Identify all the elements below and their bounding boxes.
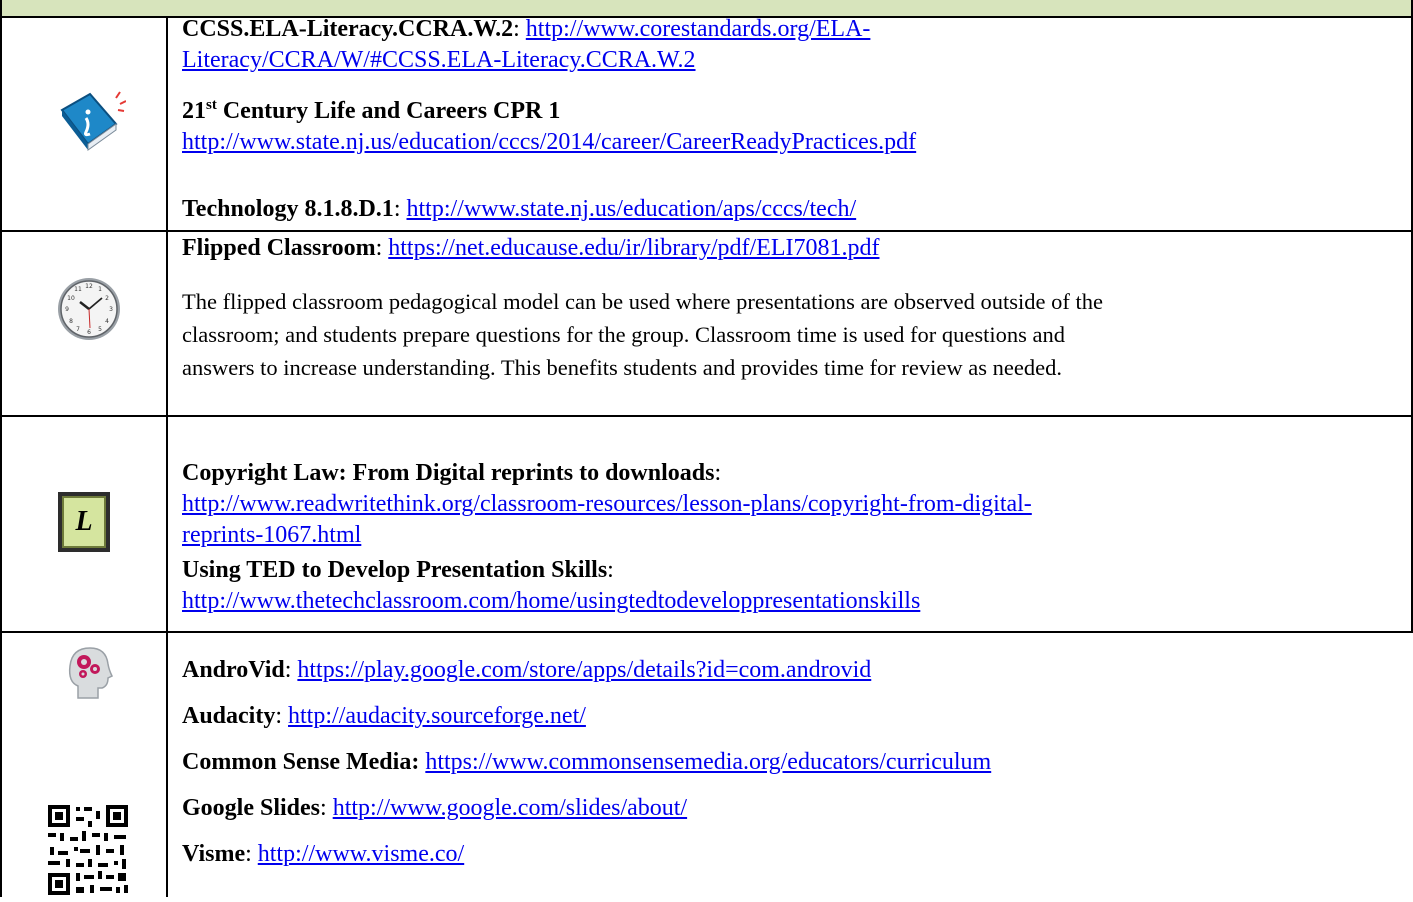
standard-title-century-life: 21st Century Life and Careers CPR 1	[182, 97, 561, 125]
svg-text:4: 4	[105, 318, 109, 325]
link-ccss[interactable]: http://www.corestandards.org/ELA-	[526, 16, 871, 42]
svg-text:11: 11	[74, 286, 82, 293]
link-androvid[interactable]: https://play.google.com/store/apps/detai…	[297, 657, 871, 683]
resource-title-flipped-classroom: Flipped Classroom	[182, 235, 376, 261]
lesson-title-ted: Using TED to Develop Presentation Skills	[182, 557, 608, 583]
link-visme[interactable]: http://www.visme.co/	[258, 841, 464, 867]
link-ccss-continued[interactable]: Literacy/CCRA/W/#CCSS.ELA-Literacy.CCRA.…	[182, 47, 696, 73]
head-gears-icon	[64, 642, 114, 702]
flipped-classroom-description-line-3: answers to increase understanding. This …	[182, 355, 1062, 380]
link-copyright-lesson[interactable]: http://www.readwritethink.org/classroom-…	[182, 491, 1032, 517]
lesson-l-icon: L	[58, 492, 110, 552]
standard-title-ccss: CCSS.ELA-Literacy.CCRA.W.2	[182, 16, 514, 42]
svg-text:5: 5	[98, 326, 102, 333]
tool-title-visme: Visme	[182, 841, 246, 867]
svg-text:7: 7	[76, 326, 80, 333]
link-ted-presentation[interactable]: http://www.thetechclassroom.com/home/usi…	[182, 588, 920, 614]
row-divider-2	[0, 415, 1413, 417]
lesson-title-copyright-law: Copyright Law: From Digital reprints to …	[182, 460, 715, 486]
link-copyright-lesson-continued[interactable]: reprints-1067.html	[182, 522, 361, 548]
row-divider-3	[0, 631, 1413, 633]
svg-text:2: 2	[105, 295, 109, 302]
svg-text:1: 1	[98, 286, 102, 293]
svg-text:3: 3	[109, 306, 113, 313]
svg-text:6: 6	[87, 329, 91, 336]
clock-icon: 12 3 6 9 1245 7 8 10 11	[56, 276, 122, 342]
tool-title-common-sense-media: Common Sense Media:	[182, 749, 420, 775]
svg-text:8: 8	[69, 318, 73, 325]
link-common-sense-media[interactable]: https://www.commonsensemedia.org/educato…	[425, 749, 991, 775]
standard-title-technology: Technology 8.1.8.D.1	[182, 196, 394, 222]
tool-title-google-slides: Google Slides	[182, 795, 321, 821]
link-google-slides[interactable]: http://www.google.com/slides/about/	[333, 795, 687, 821]
svg-text:12: 12	[85, 283, 93, 290]
link-technology[interactable]: http://www.state.nj.us/education/aps/ccc…	[406, 196, 856, 222]
link-audacity[interactable]: http://audacity.sourceforge.net/	[288, 703, 586, 729]
row-divider-1	[0, 230, 1413, 232]
svg-text:9: 9	[65, 306, 69, 313]
flipped-classroom-description-line-2: classroom; and students prepare question…	[182, 322, 1065, 347]
table-column-divider	[166, 18, 168, 897]
flipped-classroom-description-line-1: The flipped classroom pedagogical model …	[182, 289, 1103, 314]
svg-text:10: 10	[67, 295, 75, 302]
tool-title-audacity: Audacity	[182, 703, 276, 729]
info-book-icon	[56, 88, 127, 158]
link-career-ready-practices[interactable]: http://www.state.nj.us/education/cccs/20…	[182, 129, 916, 155]
tool-title-androvid: AndroVid	[182, 657, 285, 683]
table-left-border	[0, 0, 2, 897]
link-flipped-classroom[interactable]: https://net.educause.edu/ir/library/pdf/…	[388, 235, 879, 261]
qr-code-icon	[46, 803, 130, 897]
